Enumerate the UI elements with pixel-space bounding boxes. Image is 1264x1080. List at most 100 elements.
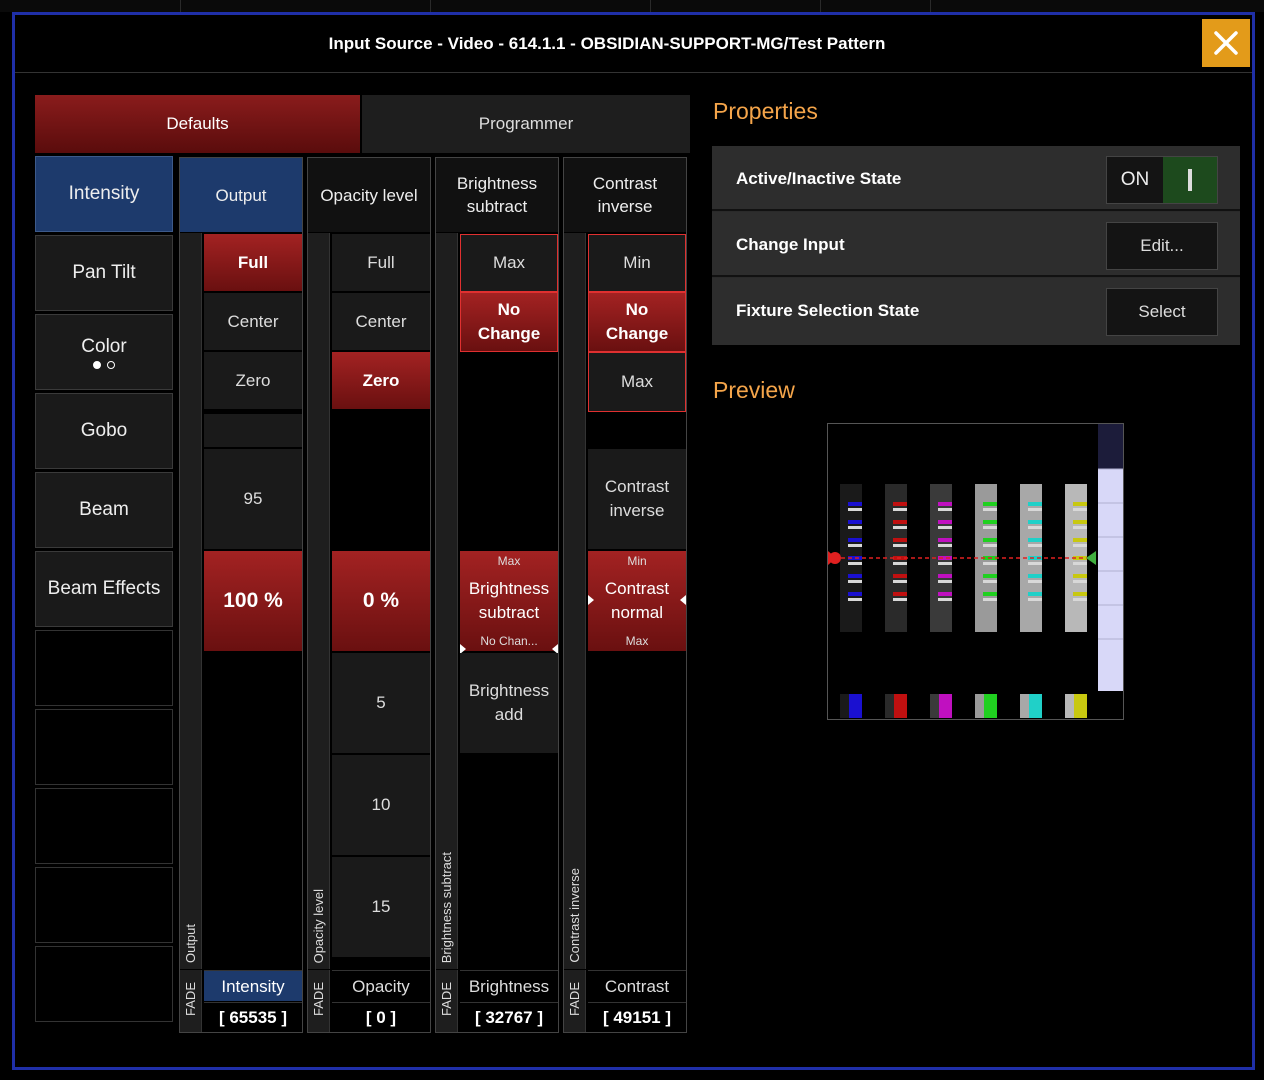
- fade-strip[interactable]: Output: [180, 233, 202, 969]
- tab-defaults[interactable]: Defaults: [35, 95, 360, 153]
- category-label: Intensity: [68, 183, 140, 204]
- fade-strip[interactable]: Brightness subtract: [436, 233, 458, 969]
- pattern-marker-dot: [829, 552, 841, 564]
- category-gobo[interactable]: Gobo: [35, 393, 173, 469]
- pattern-tick: [1073, 562, 1087, 565]
- pattern-tick: [893, 580, 907, 583]
- slider-tick[interactable]: 5: [332, 653, 430, 753]
- slider-tick[interactable]: [204, 414, 302, 447]
- pattern-tick: [1073, 598, 1087, 601]
- slot-bottom-label: Max: [625, 634, 649, 648]
- preset-max-button[interactable]: Max: [460, 234, 558, 292]
- pattern-tick: [1028, 544, 1042, 547]
- pattern-tick: [848, 538, 862, 542]
- properties-title: Properties: [713, 98, 818, 124]
- fade-label[interactable]: FADE: [564, 970, 586, 1032]
- pattern-tick: [983, 592, 997, 596]
- preview-title: Preview: [713, 377, 795, 403]
- properties-panel: Active/Inactive State ON Change Input Ed…: [712, 146, 1240, 345]
- category-intensity[interactable]: Intensity: [35, 156, 173, 232]
- preset-max-button[interactable]: Max: [588, 352, 686, 412]
- opacity-column: Opacity level Opacity level Full Center …: [307, 157, 431, 1033]
- strip-label: Contrast inverse: [567, 868, 582, 963]
- category-empty: [35, 788, 173, 864]
- pattern-tick: [1073, 508, 1087, 511]
- page-dot: [107, 360, 115, 369]
- fade-strip[interactable]: Opacity level: [308, 233, 330, 969]
- dmx-value: [ 65535 ]: [204, 1002, 302, 1032]
- preset-zero-button[interactable]: Zero: [204, 352, 302, 409]
- pattern-tick: [848, 598, 862, 601]
- pattern-tick: [1073, 544, 1087, 547]
- active-state-toggle[interactable]: ON: [1106, 156, 1218, 204]
- pattern-tick: [1028, 574, 1042, 578]
- fade-label[interactable]: FADE: [308, 970, 330, 1032]
- preset-zero-button[interactable]: Zero: [332, 352, 430, 409]
- slider-value[interactable]: Min Contrast normal Max: [588, 551, 686, 651]
- pattern-tick: [848, 508, 862, 511]
- slider-value[interactable]: Max Brightness subtract No Chan...: [460, 551, 558, 651]
- pattern-tick: [938, 580, 952, 583]
- close-icon: [1214, 31, 1238, 55]
- pattern-tick: [1073, 502, 1087, 506]
- pattern-tick: [983, 544, 997, 547]
- page-dots: [93, 360, 115, 369]
- slider-tick[interactable]: 10: [332, 755, 430, 855]
- input-source-dialog: Input Source - Video - 614.1.1 - OBSIDIA…: [12, 12, 1255, 1070]
- preset-center-button[interactable]: Center: [204, 293, 302, 350]
- category-empty: [35, 867, 173, 943]
- slider-value[interactable]: 100 %: [204, 551, 302, 651]
- pattern-tick: [848, 592, 862, 596]
- slider-value[interactable]: 0 %: [332, 551, 430, 651]
- slider-tick[interactable]: 15: [332, 857, 430, 957]
- fade-label[interactable]: FADE: [180, 970, 202, 1032]
- pattern-strip: [1098, 469, 1123, 691]
- parameter-name[interactable]: Contrast: [588, 970, 686, 1001]
- tab-programmer[interactable]: Programmer: [362, 95, 690, 153]
- pattern-swatch: [1074, 694, 1087, 718]
- parameter-footer: FADE Brightness [ 32767 ]: [436, 970, 558, 1032]
- parameter-name[interactable]: Opacity: [332, 970, 430, 1001]
- edit-input-button[interactable]: Edit...: [1106, 222, 1218, 270]
- preset-full-button[interactable]: Full: [204, 234, 302, 291]
- parameter-name[interactable]: Intensity: [204, 970, 302, 1001]
- category-empty: [35, 709, 173, 785]
- pattern-swatch: [1029, 694, 1042, 718]
- property-label: Active/Inactive State: [736, 169, 902, 188]
- preset-no-change-button[interactable]: No Change: [460, 292, 558, 352]
- toggle-knob: [1163, 157, 1217, 203]
- dialog-title: Input Source - Video - 614.1.1 - OBSIDIA…: [328, 34, 886, 53]
- category-beam-effects[interactable]: Beam Effects: [35, 551, 173, 627]
- category-pan-tilt[interactable]: Pan Tilt: [35, 235, 173, 311]
- category-label: Beam Effects: [47, 578, 161, 599]
- pattern-tick: [938, 508, 952, 511]
- brightness-add-button[interactable]: Brightness add: [460, 653, 558, 753]
- fade-label[interactable]: FADE: [436, 970, 458, 1032]
- column-header: Output: [180, 158, 302, 232]
- select-button[interactable]: Select: [1106, 288, 1218, 336]
- toggle-label: ON: [1120, 169, 1150, 190]
- pattern-tick: [983, 580, 997, 583]
- pattern-tick: [983, 520, 997, 524]
- category-empty: [35, 630, 173, 706]
- pattern-tick: [893, 598, 907, 601]
- contrast-inverse-button[interactable]: Contrast inverse: [588, 449, 686, 549]
- pattern-tick: [938, 544, 952, 547]
- preset-no-change-button[interactable]: No Change: [588, 292, 686, 352]
- preset-center-button[interactable]: Center: [332, 293, 430, 350]
- category-beam[interactable]: Beam: [35, 472, 173, 548]
- parameter-name[interactable]: Brightness: [460, 970, 558, 1001]
- category-color[interactable]: Color: [35, 314, 173, 390]
- property-row-change-input: Change Input Edit...: [712, 212, 1240, 277]
- slider-tick[interactable]: 95: [204, 449, 302, 549]
- fade-strip[interactable]: Contrast inverse: [564, 233, 586, 969]
- preset-full-button[interactable]: Full: [332, 234, 430, 291]
- preset-min-button[interactable]: Min: [588, 234, 686, 292]
- close-button[interactable]: [1202, 19, 1250, 67]
- brightness-column: Brightness subtract Brightness subtract M…: [435, 157, 559, 1033]
- title-bar: Input Source - Video - 614.1.1 - OBSIDIA…: [15, 15, 1252, 73]
- pattern-tick: [938, 598, 952, 601]
- output-column: Output Output Full Center Zero 95 100 % …: [179, 157, 303, 1033]
- pattern-tick: [938, 562, 952, 565]
- pattern-tick: [848, 562, 862, 565]
